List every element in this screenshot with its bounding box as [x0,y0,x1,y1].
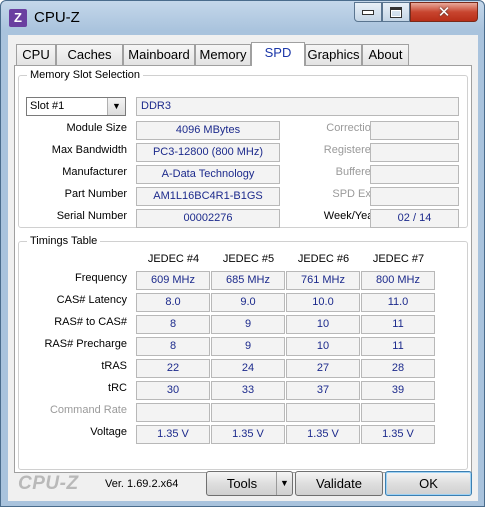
tools-dropdown-arrow-icon[interactable]: ▼ [276,472,292,495]
correction-value [370,121,459,140]
tab-caches[interactable]: Caches [56,44,123,65]
cpuz-logo: CPU-Z [18,473,79,494]
cpuz-window: Z CPU-Z ✕ CPU Caches Mainboard Memory SP… [0,0,485,507]
validate-button[interactable]: Validate [295,471,383,496]
slot-dropdown[interactable]: Slot #1 ▼ [26,97,126,116]
timing-cell [286,403,360,422]
timing-cell: 800 MHz [361,271,435,290]
timing-cell: 9.0 [211,293,285,312]
tools-button[interactable]: Tools ▼ [206,471,293,496]
timing-cell: 30 [136,381,210,400]
timing-cell: 37 [286,381,360,400]
timings-column-header: JEDEC #7 [372,253,425,265]
version-label: Ver. 1.69.2.x64 [105,478,179,490]
tab-spd[interactable]: SPD [251,42,305,66]
timing-cell: 10 [286,337,360,356]
timing-cell: 11.0 [361,293,435,312]
timing-cell: 10 [286,315,360,334]
manufacturer-value: A-Data Technology [136,165,280,184]
timing-cell: 39 [361,381,435,400]
slot-dropdown-value: Slot #1 [30,100,65,112]
timing-cell: 8 [136,315,210,334]
timings-column-header: JEDEC #5 [222,253,275,265]
timing-row-label: CAS# Latency [56,294,127,306]
timing-cell: 1.35 V [136,425,210,444]
spd-panel: Memory Slot Selection Slot #1 ▼ DDR3 Mod… [14,65,472,473]
timing-cell: 27 [286,359,360,378]
timing-cell [211,403,285,422]
timing-cell: 761 MHz [286,271,360,290]
timing-row-label: tRC [108,382,127,394]
serial-number-label: Serial Number [56,210,127,222]
timing-cell: 9 [211,337,285,356]
module-size-label: Module Size [66,122,127,134]
timing-cell [361,403,435,422]
timing-row-label: Voltage [90,426,127,438]
timing-cell: 1.35 V [361,425,435,444]
ok-button[interactable]: OK [385,471,472,496]
memory-slot-selection-group: Memory Slot Selection Slot #1 ▼ DDR3 Mod… [18,69,468,228]
timing-cell: 8 [136,337,210,356]
timing-cell: 28 [361,359,435,378]
tools-button-label: Tools [226,476,258,491]
timing-cell: 11 [361,315,435,334]
tab-about[interactable]: About [362,44,409,65]
timings-column-header: JEDEC #4 [147,253,200,265]
timing-cell [136,403,210,422]
tab-graphics[interactable]: Graphics [305,44,362,65]
maximize-icon [390,6,402,18]
timing-cell: 1.35 V [211,425,285,444]
module-size-value: 4096 MBytes [136,121,280,140]
spd-ext-value [370,187,459,206]
timing-row-label: Frequency [75,272,127,284]
minimize-button[interactable] [354,2,382,22]
timing-cell: 609 MHz [136,271,210,290]
timing-row-label: Command Rate [49,404,127,416]
timings-table-title: Timings Table [27,235,101,247]
max-bandwidth-value: PC3-12800 (800 MHz) [136,143,280,162]
week-year-value: 02 / 14 [370,209,459,228]
manufacturer-label: Manufacturer [62,166,127,178]
timing-row-label: RAS# Precharge [44,338,127,350]
part-number-value: AM1L16BC4R1-B1GS [136,187,280,206]
part-number-label: Part Number [64,188,127,200]
buffered-value [370,165,459,184]
memory-slot-selection-title: Memory Slot Selection [27,69,144,81]
registered-value [370,143,459,162]
close-icon: ✕ [437,3,451,21]
dropdown-arrow-icon[interactable]: ▼ [107,98,125,115]
timing-cell: 11 [361,337,435,356]
timings-column-header: JEDEC #6 [297,253,350,265]
memory-type-field: DDR3 [136,97,459,116]
close-button[interactable]: ✕ [410,2,478,22]
timing-cell: 8.0 [136,293,210,312]
timing-cell: 1.35 V [286,425,360,444]
timings-table-group: Timings Table JEDEC #4 JEDEC #5 JEDEC #6… [18,235,468,470]
timing-cell: 10.0 [286,293,360,312]
timing-row-label: tRAS [101,360,127,372]
timing-cell: 685 MHz [211,271,285,290]
timing-cell: 9 [211,315,285,334]
max-bandwidth-label: Max Bandwidth [51,144,127,156]
minimize-icon [362,9,374,15]
window-title: CPU-Z [34,9,80,26]
serial-number-value: 00002276 [136,209,280,228]
timing-cell: 22 [136,359,210,378]
cpuz-app-icon[interactable]: Z [9,9,27,27]
tab-cpu[interactable]: CPU [16,44,56,65]
timing-cell: 24 [211,359,285,378]
title-bar[interactable]: Z CPU-Z ✕ [1,1,484,35]
tab-memory[interactable]: Memory [195,44,251,65]
timing-cell: 33 [211,381,285,400]
tab-mainboard[interactable]: Mainboard [123,44,195,65]
maximize-button[interactable] [382,2,410,22]
client-area: CPU Caches Mainboard Memory SPD Graphics… [8,35,478,501]
timing-row-label: RAS# to CAS# [54,316,127,328]
